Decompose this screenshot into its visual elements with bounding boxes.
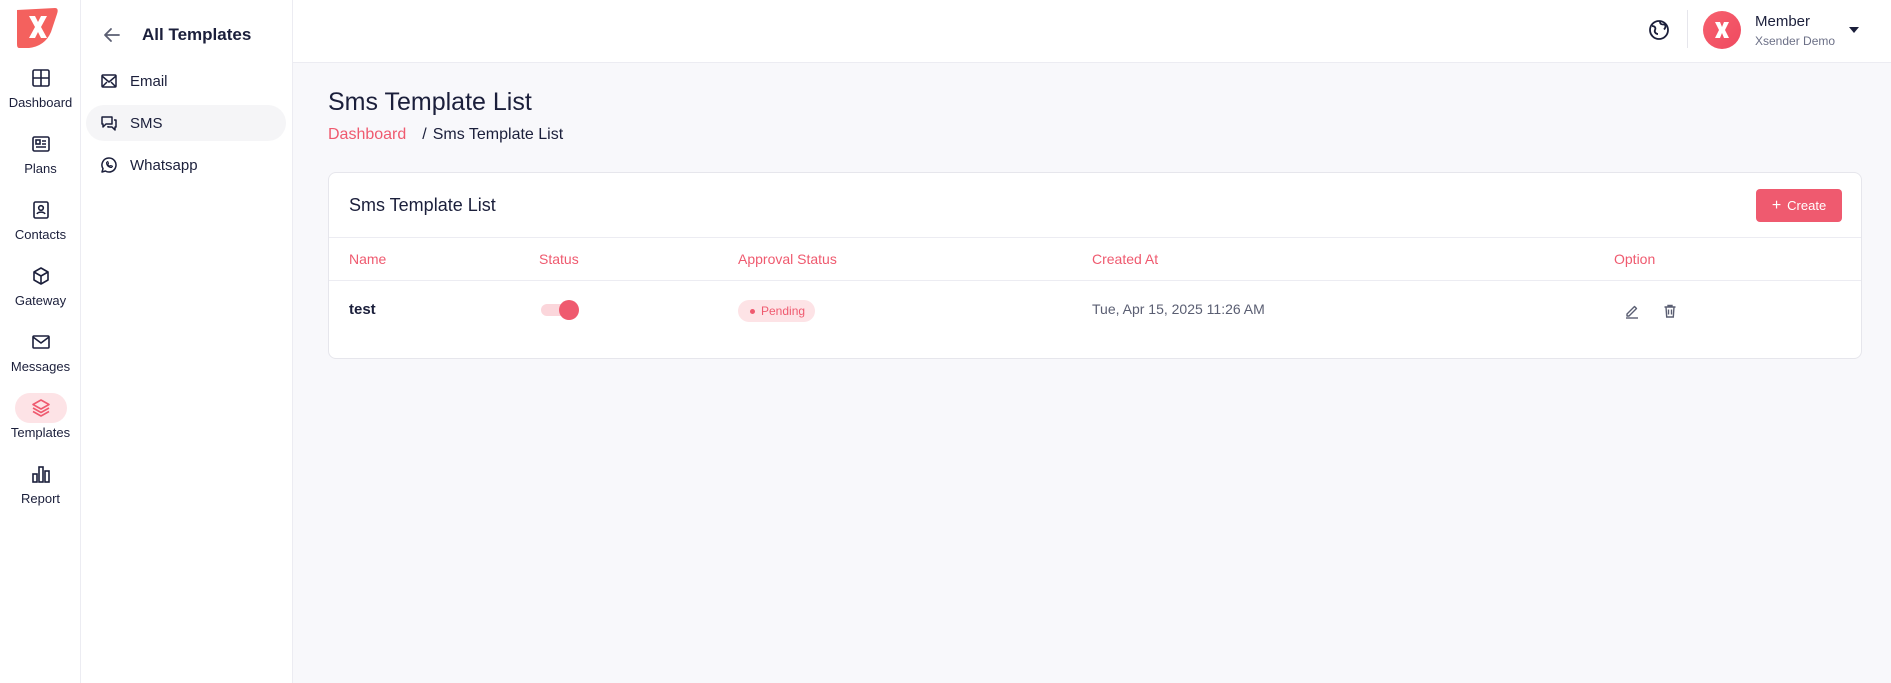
xsender-logo[interactable] xyxy=(15,6,59,50)
column-header-created-at: Created At xyxy=(1092,251,1159,267)
edit-pencil-icon[interactable] xyxy=(1622,301,1642,321)
chat-icon xyxy=(101,116,117,131)
column-header-approval-status: Approval Status xyxy=(738,251,837,267)
gateway-icon xyxy=(15,261,67,291)
submenu-label: SMS xyxy=(130,114,163,132)
user-org: Xsender Demo xyxy=(1755,33,1836,48)
toggle-knob xyxy=(559,300,579,320)
bar-chart-icon xyxy=(15,459,67,489)
contacts-icon xyxy=(15,195,67,225)
user-name: Member xyxy=(1755,12,1811,30)
breadcrumb: Dashboard / Sms Template List xyxy=(328,126,563,144)
template-list-card: Sms Template List + Create Name Status A… xyxy=(328,172,1862,359)
rail-label: Messages xyxy=(10,359,71,374)
submenu-header: All Templates xyxy=(97,20,251,50)
status-dot xyxy=(750,308,755,314)
approval-status-text: Pending xyxy=(761,304,806,318)
rail-label: Report xyxy=(20,491,61,506)
submenu-item-email[interactable]: Email xyxy=(86,63,286,99)
rail-label: Templates xyxy=(10,425,71,440)
rail-item-templates[interactable]: Templates xyxy=(0,393,81,451)
rail-item-gateway[interactable]: Gateway xyxy=(0,261,81,319)
card-title: Sms Template List xyxy=(349,195,496,215)
rail-item-messages[interactable]: Messages xyxy=(0,327,81,385)
breadcrumb-separator: / xyxy=(422,126,427,143)
column-header-status: Status xyxy=(539,251,579,267)
rail-label: Gateway xyxy=(14,293,67,308)
rail-label: Contacts xyxy=(14,227,67,242)
submenu-title: All Templates xyxy=(142,25,252,44)
user-menu[interactable]: Member Xsender Demo xyxy=(1703,7,1860,53)
created-at: Tue, Apr 15, 2025 11:26 AM xyxy=(1092,301,1265,317)
back-arrow-icon[interactable] xyxy=(97,20,127,50)
table-row: test Pending Tue, Apr 15, 2025 11:26 AM xyxy=(329,281,1861,339)
whatsapp-icon xyxy=(101,157,117,173)
submenu-label: Whatsapp xyxy=(130,156,198,174)
layers-icon xyxy=(14,393,67,423)
rail-item-plans[interactable]: Plans xyxy=(0,129,81,187)
page-title: Sms Template List xyxy=(328,88,532,116)
breadcrumb-dashboard-link[interactable]: Dashboard xyxy=(328,126,406,143)
caret-down-icon[interactable] xyxy=(1849,27,1860,33)
rail-item-report[interactable]: Report xyxy=(0,459,81,517)
trash-icon[interactable] xyxy=(1660,301,1680,321)
dashboard-icon xyxy=(15,63,67,93)
plus-icon: + xyxy=(1771,196,1782,214)
rail-item-contacts[interactable]: Contacts xyxy=(0,195,81,253)
table-header: Name Status Approval Status Created At O… xyxy=(329,237,1861,281)
submenu-label: Email xyxy=(130,72,168,90)
avatar xyxy=(1703,11,1741,49)
rail-item-dashboard[interactable]: Dashboard xyxy=(0,63,81,121)
top-bar: Member Xsender Demo xyxy=(293,0,1891,63)
user-info: Member Xsender Demo xyxy=(1755,13,1835,48)
topbar-divider xyxy=(1687,10,1688,48)
create-button-label: Create xyxy=(1787,198,1827,213)
submenu-item-whatsapp[interactable]: Whatsapp xyxy=(86,147,286,183)
rail-label: Plans xyxy=(24,161,57,176)
status-badge: Pending xyxy=(738,300,816,322)
plans-icon xyxy=(15,129,67,159)
column-header-name: Name xyxy=(349,251,387,267)
submenu-item-sms[interactable]: SMS xyxy=(86,105,286,141)
create-button[interactable]: + Create xyxy=(1756,189,1842,222)
templates-submenu: All Templates Email SMS Whatsapp xyxy=(81,0,293,683)
template-name: test xyxy=(349,301,376,318)
messages-icon xyxy=(15,327,67,357)
icon-rail: Dashboard Plans Contacts Gateway Message… xyxy=(0,0,81,683)
email-icon xyxy=(101,74,117,88)
rail-label: Dashboard xyxy=(8,95,73,110)
column-header-option: Option xyxy=(1614,251,1656,267)
globe-icon[interactable] xyxy=(1646,17,1672,43)
status-toggle[interactable] xyxy=(541,299,579,321)
breadcrumb-current: Sms Template List xyxy=(432,126,564,143)
